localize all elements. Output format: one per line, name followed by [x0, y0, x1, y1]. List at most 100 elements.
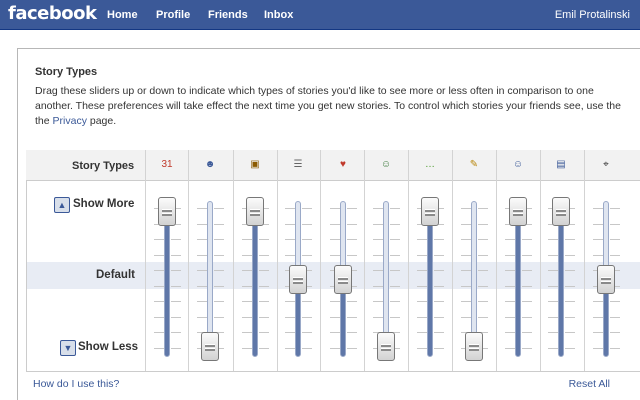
page-icon: ▤: [556, 159, 566, 170]
slider-tick: [565, 254, 575, 256]
slider-handle[interactable]: [246, 197, 264, 226]
slider-handle[interactable]: [289, 264, 307, 294]
slider-handle[interactable]: [334, 264, 352, 294]
slider-tick: [330, 332, 340, 333]
slider-tick: [171, 254, 181, 256]
slider-tick: [565, 239, 575, 240]
slider-tick: [373, 316, 383, 318]
slider-tick: [565, 285, 575, 287]
description-text-the: the: [35, 115, 53, 127]
group-icon: ☺: [380, 159, 392, 170]
reset-all-link[interactable]: Reset All: [569, 378, 610, 390]
slider-tick: [593, 332, 603, 333]
slider-tick: [347, 347, 357, 349]
slider-tick: [302, 301, 312, 302]
slider-tick: [505, 254, 515, 256]
slider-tick: [373, 270, 383, 271]
slider-tick: [548, 285, 558, 287]
slider-tick: [259, 316, 269, 318]
slider-tick: [390, 285, 400, 287]
slider-tick: [373, 285, 383, 287]
slider-tick: [154, 347, 164, 349]
wall-post-icon: …: [425, 159, 435, 170]
slider-tick: [417, 270, 427, 271]
slider-handle[interactable]: [201, 332, 219, 361]
slider-tick: [259, 254, 269, 256]
slider-tick: [154, 332, 164, 333]
slider-tick: [330, 223, 340, 225]
slider-tick: [259, 270, 269, 271]
nav-home[interactable]: Home: [107, 9, 138, 21]
slider-tick: [461, 239, 471, 240]
privacy-link[interactable]: Privacy: [53, 115, 87, 127]
slider-tick: [214, 301, 224, 302]
slider-tick: [522, 347, 532, 349]
slider-tick: [610, 208, 620, 209]
slider-tick: [171, 239, 181, 240]
nav-friends[interactable]: Friends: [208, 9, 248, 21]
show-more-label: Show More: [73, 198, 135, 210]
slider-tick: [417, 347, 427, 349]
slider-tick: [302, 239, 312, 240]
slider-tick: [593, 239, 603, 240]
slider-tick: [478, 270, 488, 271]
nav-inbox[interactable]: Inbox: [264, 9, 293, 21]
top-navigation-bar: facebook Home Profile Friends Inbox Emil…: [0, 0, 640, 30]
slider-tick: [302, 208, 312, 209]
slider-tick: [197, 208, 207, 209]
slider-tick: [214, 285, 224, 287]
slider-tick: [242, 285, 252, 287]
slider-handle[interactable]: [552, 197, 570, 226]
slider-tick: [154, 316, 164, 318]
slider-tick: [171, 270, 181, 271]
slider-tick: [330, 208, 340, 209]
slider-tick: [242, 316, 252, 318]
slider-tick: [242, 254, 252, 256]
slider-tick: [373, 208, 383, 209]
slider-tick: [285, 301, 295, 302]
slider-tick: [505, 332, 515, 333]
slider-tick: [197, 239, 207, 240]
slider-tick: [522, 270, 532, 271]
slider-tick: [417, 316, 427, 318]
slider-tick: [330, 239, 340, 240]
slider-tick: [478, 285, 488, 287]
thumbs-up-icon: ▲: [54, 197, 70, 213]
profile-icon: ☺: [512, 159, 524, 170]
slider-tick: [214, 254, 224, 256]
slider-tick: [214, 316, 224, 318]
column-divider: [364, 150, 365, 371]
slider-tick: [373, 223, 383, 225]
slider-tick: [242, 332, 252, 333]
slider-tick: [197, 270, 207, 271]
thumbs-down-icon: ▼: [60, 340, 76, 356]
slider-tick: [347, 316, 357, 318]
slider-handle[interactable]: [421, 197, 439, 226]
slider-tick: [417, 285, 427, 287]
friends-icon: ☻: [204, 159, 216, 170]
help-link[interactable]: How do I use this?: [33, 378, 119, 390]
slider-handle[interactable]: [465, 332, 483, 361]
slider-tick: [461, 254, 471, 256]
slider-tick: [593, 316, 603, 318]
slider-tick: [434, 332, 444, 333]
slider-tick: [214, 239, 224, 240]
slider-handle[interactable]: [509, 197, 527, 226]
slider-tick: [434, 270, 444, 271]
nav-profile[interactable]: Profile: [156, 9, 190, 21]
column-divider: [188, 150, 189, 371]
slider-handle[interactable]: [377, 332, 395, 361]
slider-tick: [478, 254, 488, 256]
slider-tick: [259, 239, 269, 240]
default-label: Default: [96, 269, 135, 281]
slider-tick: [461, 208, 471, 209]
slider-tick: [285, 332, 295, 333]
column-divider: [584, 150, 585, 371]
slider-handle[interactable]: [597, 264, 615, 294]
slider-handle[interactable]: [158, 197, 176, 226]
facebook-logo[interactable]: facebook: [8, 3, 97, 24]
slider-tick: [285, 347, 295, 349]
slider-tick: [242, 239, 252, 240]
user-name-link[interactable]: Emil Protalinski: [555, 9, 630, 21]
slider-tick: [171, 316, 181, 318]
